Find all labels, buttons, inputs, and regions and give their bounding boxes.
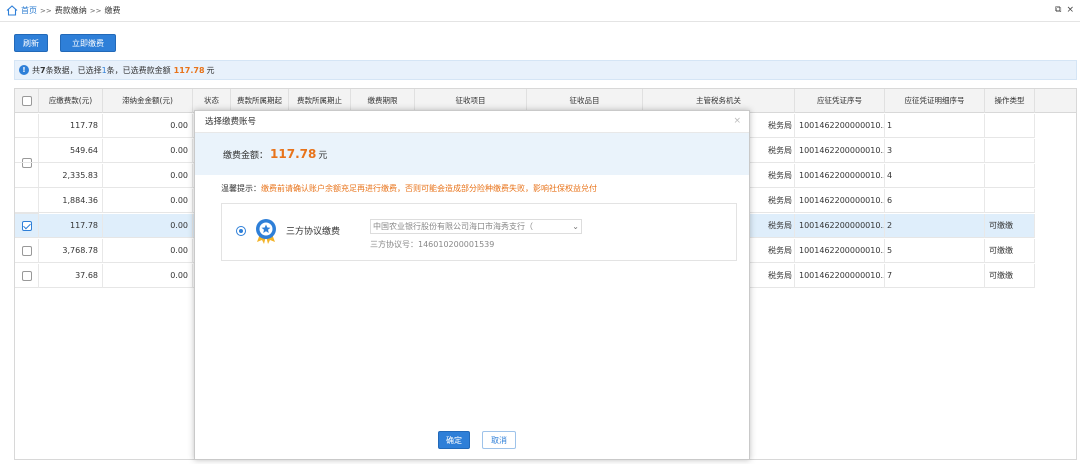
cell-detail-no: 3	[885, 139, 985, 163]
cell-late-fee: 0.00	[103, 164, 193, 188]
cell-voucher: 1001462200000010...	[795, 139, 885, 163]
cell-op-type	[985, 114, 1035, 138]
refresh-button[interactable]: 刷新	[14, 34, 48, 52]
cell-tax-office: 税务局	[751, 239, 795, 263]
column-header: 操作类型	[985, 89, 1035, 113]
cell-late-fee: 0.00	[103, 114, 193, 138]
row-select-cell	[15, 214, 39, 238]
cell-tax-office: 税务局	[751, 214, 795, 238]
cancel-button[interactable]: 取消	[482, 431, 516, 449]
breadcrumb-fee-payment[interactable]: 费款缴纳	[55, 5, 87, 16]
row-checkbox[interactable]	[22, 221, 32, 231]
column-header: 应征凭证序号	[795, 89, 885, 113]
cell-op-type	[985, 139, 1035, 163]
cell-detail-no: 5	[885, 239, 985, 263]
cell-op-type: 可缴缴	[985, 214, 1035, 238]
cell-amount: 1,884.36	[39, 189, 103, 213]
row-select-cell	[15, 239, 39, 263]
column-header: 应征凭证明细序号	[885, 89, 985, 113]
method-radio[interactable]	[236, 226, 246, 236]
dialog-close-icon[interactable]: ×	[733, 116, 741, 126]
summary-prefix: 共	[32, 65, 40, 75]
cell-op-type: 可缴缴	[985, 239, 1035, 263]
cell-tax-office: 税务局	[751, 264, 795, 288]
cell-voucher: 1001462200000010...	[795, 189, 885, 213]
breadcrumb-current: 缴费	[104, 6, 121, 15]
cell-op-type: 可缴缴	[985, 264, 1035, 288]
cell-voucher: 1001462200000010...	[795, 114, 885, 138]
summary-text-2: 条，已选费款金额	[106, 65, 171, 75]
bank-account-selected: 中国农业银行股份有限公司海口市海秀支行（	[373, 222, 533, 231]
cell-voucher: 1001462200000010...	[795, 264, 885, 288]
cell-detail-no: 7	[885, 264, 985, 288]
bank-account-select[interactable]: 中国农业银行股份有限公司海口市海秀支行（ ⌄	[370, 219, 582, 234]
warm-tip: 温馨提示：缴费前请确认账户余额充足再进行缴费，否则可能会造成部分险种缴费失败，影…	[221, 183, 597, 194]
cell-tax-office: 税务局	[751, 114, 795, 138]
header-select-all[interactable]	[15, 89, 39, 113]
cell-late-fee: 0.00	[103, 214, 193, 238]
tip-label: 温馨提示：	[221, 184, 261, 193]
cell-late-fee: 0.00	[103, 139, 193, 163]
payment-method-card[interactable]: 三方协议缴费 中国农业银行股份有限公司海口市海秀支行（ ⌄ 三方协议号：1460…	[221, 203, 737, 261]
cell-tax-office: 税务局	[751, 139, 795, 163]
breadcrumb-home[interactable]: 首页	[21, 5, 37, 16]
select-payment-account-dialog: 选择缴费账号 × 缴费金额： 117.78 元 温馨提示：缴费前请确认账户余额充…	[194, 110, 750, 460]
method-name: 三方协议缴费	[286, 227, 341, 237]
breadcrumb: 首页 >> 费款缴纳 >> 缴费	[0, 0, 1080, 22]
payment-amount-label: 缴费金额：	[223, 150, 269, 161]
selection-summary: ! 共 7 条数据，已选择 1 条，已选费款金额 117.78 元	[14, 60, 1077, 80]
summary-unit: 元	[206, 65, 215, 75]
home-icon[interactable]	[6, 5, 18, 17]
cell-amount: 117.78	[39, 114, 103, 138]
tip-text: 缴费前请确认账户余额充足再进行缴费，否则可能会造成部分险种缴费失败，影响社保权益…	[261, 184, 597, 193]
medal-icon	[254, 218, 278, 244]
summary-text-1: 条数据，已选择	[45, 65, 102, 75]
confirm-button[interactable]: 确定	[438, 431, 470, 449]
payment-amount-unit: 元	[318, 150, 328, 161]
dialog-title: 选择缴费账号	[195, 111, 749, 133]
column-header: 应缴费款(元)	[39, 89, 103, 113]
agreement-number-value: 146010200001539	[418, 240, 495, 249]
row-select-cell	[15, 264, 39, 288]
cell-late-fee: 0.00	[103, 264, 193, 288]
pay-now-button[interactable]: 立即缴费	[60, 34, 116, 52]
cell-voucher: 1001462200000010...	[795, 214, 885, 238]
select-all-checkbox[interactable]	[22, 96, 32, 106]
payment-amount-panel: 缴费金额： 117.78 元	[195, 133, 749, 175]
breadcrumb-separator: >>	[40, 6, 52, 15]
info-icon: !	[19, 65, 29, 75]
cell-late-fee: 0.00	[103, 239, 193, 263]
cell-voucher: 1001462200000010...	[795, 164, 885, 188]
cell-detail-no: 6	[885, 189, 985, 213]
chevron-down-icon: ⌄	[572, 222, 579, 231]
cell-amount: 2,335.83	[39, 164, 103, 188]
agreement-number: 三方协议号：146010200001539	[370, 239, 494, 250]
cell-op-type	[985, 189, 1035, 213]
cell-late-fee: 0.00	[103, 189, 193, 213]
cell-amount: 117.78	[39, 214, 103, 238]
column-header: 滞纳金金额(元)	[103, 89, 193, 113]
cell-detail-no: 4	[885, 164, 985, 188]
payment-amount-value: 117.78	[270, 147, 317, 161]
breadcrumb-separator: >>	[89, 6, 102, 15]
cell-tax-office: 税务局	[751, 189, 795, 213]
row-checkbox[interactable]	[22, 271, 32, 281]
summary-amount: 117.78	[173, 65, 205, 75]
agreement-number-label: 三方协议号：	[370, 240, 418, 249]
cell-amount: 37.68	[39, 264, 103, 288]
cell-amount: 3,768.78	[39, 239, 103, 263]
cell-op-type	[985, 164, 1035, 188]
cell-tax-office: 税务局	[751, 164, 795, 188]
cell-detail-no: 1	[885, 114, 985, 138]
window-controls: ⧉ ×	[1055, 5, 1074, 15]
restore-icon[interactable]: ⧉	[1055, 5, 1061, 15]
cell-amount: 549.64	[39, 139, 103, 163]
cell-detail-no: 2	[885, 214, 985, 238]
cell-voucher: 1001462200000010...	[795, 239, 885, 263]
row-checkbox[interactable]	[22, 246, 32, 256]
close-icon[interactable]: ×	[1066, 5, 1074, 15]
